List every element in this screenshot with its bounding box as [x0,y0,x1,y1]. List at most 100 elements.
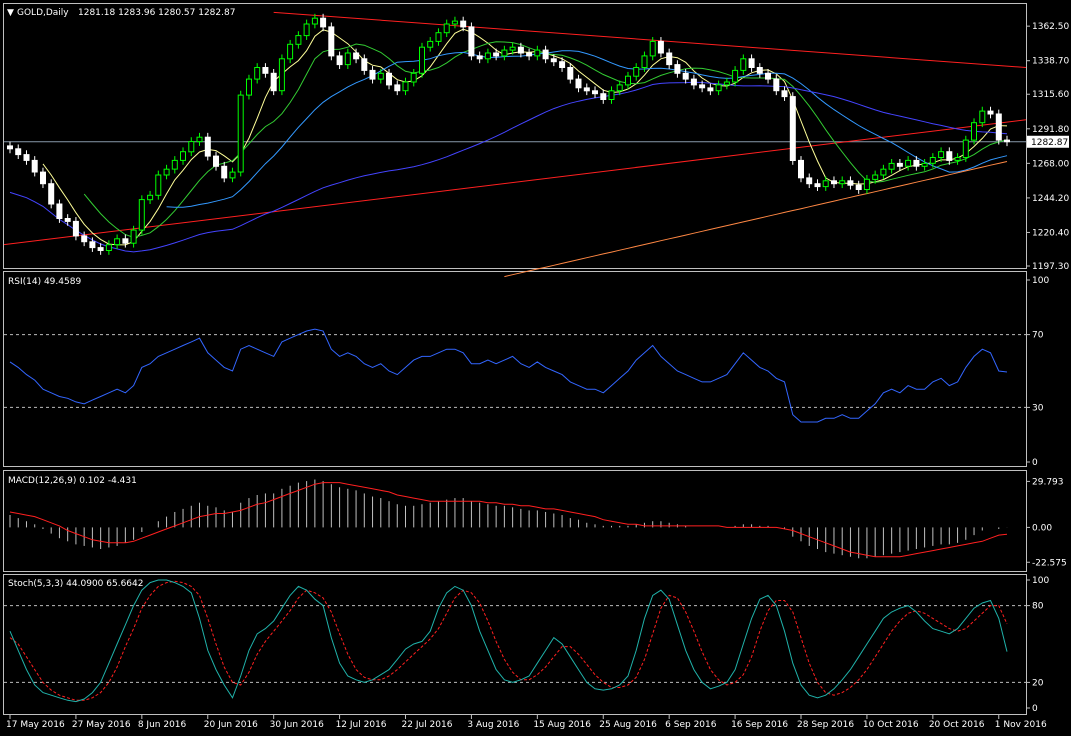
candle [863,174,870,194]
candle-body [765,72,771,80]
candle [443,19,450,38]
candle-body [715,84,722,92]
candle-body [320,17,327,28]
candle [303,19,310,40]
candle [962,135,969,162]
candle [773,74,780,96]
candle-body [534,49,541,57]
candle [600,89,607,104]
candle-body [913,159,920,167]
rsi-tick-label: 30 [1032,403,1044,413]
candle [221,161,228,183]
candle-body [81,235,88,243]
candle [204,132,211,161]
candle-body [616,84,623,92]
candle-body [789,96,796,161]
candle [748,54,755,72]
candle [40,167,46,189]
sma-fast-line [42,28,1008,246]
candle-body [831,180,837,185]
candle-body [287,43,294,60]
candle-body [237,94,244,173]
candle-body [402,81,409,92]
candle [625,71,631,90]
candle-body [180,151,186,161]
candle-body [196,136,203,143]
candle-body [600,93,607,100]
candle-body [839,180,846,185]
candle-body [377,72,384,80]
candle-body [270,72,277,92]
candle [15,144,22,159]
candle-body [962,139,969,159]
stoch-main-line [9,579,1008,703]
candle-body [517,46,524,54]
candle-body [138,199,145,231]
price-tick-label: 1268.00 [1032,159,1069,169]
candle [616,80,623,96]
candle-body [896,162,903,167]
stoch-title: Stoch(5,3,3) 44.0900 65.6642 [8,579,143,589]
candle-body [311,17,318,25]
price-tick-label: 1362.50 [1032,22,1069,32]
x-tick-label: 10 Oct 2016 [863,720,919,730]
candle-body [97,247,104,252]
candle-body [484,52,491,60]
macd-layer [9,479,1008,559]
candle-body [822,180,829,188]
candle-body [114,238,121,246]
candle [476,51,483,64]
candle-body [89,241,96,249]
x-tick-label: 30 Jun 2016 [270,720,324,730]
candle-body [921,162,928,167]
candle-body [880,168,887,176]
candle [971,118,977,145]
candle-body [756,67,763,74]
candle [987,106,994,119]
chart-menu-arrow-icon[interactable]: ▼ [7,8,14,18]
candle [526,48,533,61]
rsi-tick-label: 0 [1032,458,1038,468]
candle-body [451,20,458,25]
price-tick-label: 1291.80 [1032,125,1069,135]
candle [608,86,615,104]
price-tick-label: 1244.20 [1032,194,1069,204]
candle-body [732,69,739,83]
candle-body [468,26,475,57]
candle-body [254,67,261,80]
candle [394,80,401,96]
candle-body [72,220,79,237]
candle [460,16,467,32]
price-tick-label: 1220.40 [1032,228,1069,238]
candle-body [188,141,195,153]
candle-body [567,67,574,80]
candle [377,68,384,84]
candle-body [262,67,269,74]
candle-body [559,61,566,69]
candle [567,63,574,84]
candle [723,77,730,90]
candle [369,66,376,84]
stoch-tick-label: 0 [1032,704,1038,714]
candle-body [122,238,129,244]
candle-body [15,148,22,156]
candle [7,141,13,154]
candle [138,195,145,235]
candle-body [987,110,994,115]
candle [468,22,475,61]
candle-body [419,46,425,74]
x-tick-label: 17 May 2016 [6,720,65,730]
candle-body [369,69,376,80]
candle [147,190,154,205]
rsi-tick-label: 70 [1032,331,1044,341]
candle [657,37,664,58]
candle-body [542,49,549,60]
x-tick-label: 20 Oct 2016 [929,720,985,730]
trading-chart[interactable]: 1362.50 1338.70 1315.60 1291.80 1268.00 1244.… [0,0,1071,736]
candle-body [995,113,1002,141]
price-tick-label: 1197.30 [1032,262,1069,272]
candle-body [501,49,508,57]
candle-body [666,52,673,66]
candle [262,63,269,78]
candle [814,179,821,191]
